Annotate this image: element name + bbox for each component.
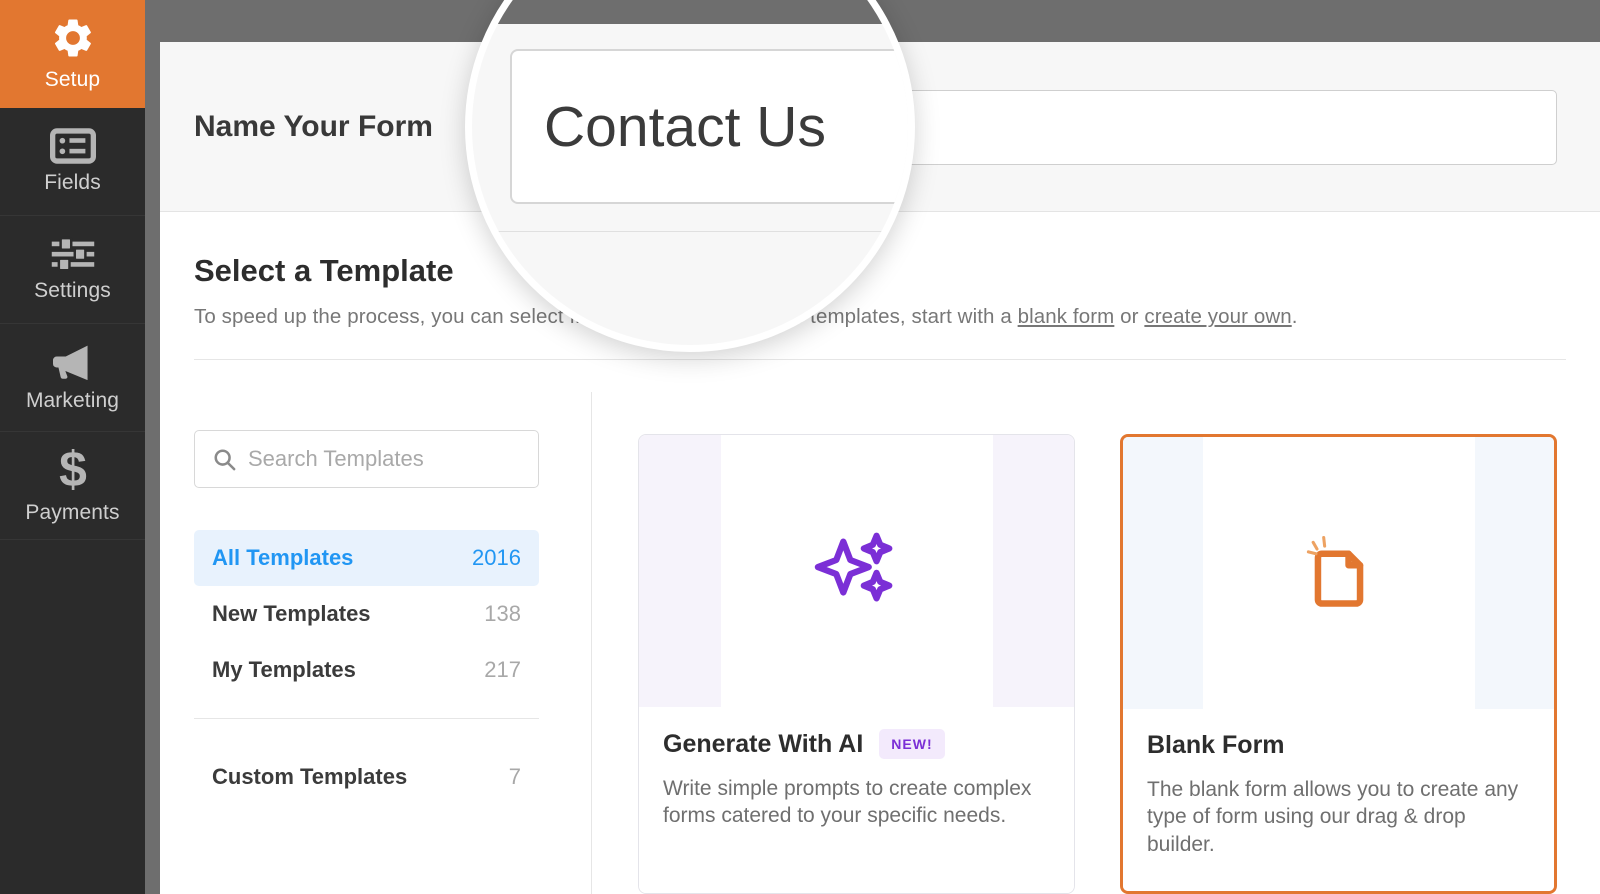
category-label: New Templates [212,601,371,627]
category-count: 7 [509,764,521,790]
template-browser: All Templates 2016 New Templates 138 My … [160,392,1600,894]
card-body: Generate With AI NEW! Write simple promp… [639,707,1074,893]
template-filter-panel: All Templates 2016 New Templates 138 My … [160,392,592,894]
status-badge: NEW! [879,729,944,759]
magnifier-lens: Contact Us [465,0,915,352]
card-title-row: Blank Form [1147,731,1530,760]
search-templates-box[interactable] [194,430,539,488]
template-card-generate-with-ai[interactable]: Generate With AI NEW! Write simple promp… [638,434,1075,894]
sidebar-item-label: Settings [34,279,111,303]
sidebar-item-label: Marketing [26,389,119,413]
card-title: Blank Form [1147,731,1285,760]
template-card-blank-form[interactable]: Blank Form The blank form allows you to … [1120,434,1557,894]
magnified-top-bar [472,0,915,24]
megaphone-icon [49,342,97,382]
card-thumbnail-area [639,435,1074,707]
category-label: All Templates [212,545,353,571]
search-input[interactable] [248,446,548,472]
magnified-form-name-input: Contact Us [510,49,915,204]
blank-form-link[interactable]: blank form [1018,305,1115,328]
svg-text:$: $ [59,446,87,494]
category-new-templates[interactable]: New Templates 138 [194,586,539,642]
app-root: Setup Fields [0,0,1600,894]
card-thumbnail [721,435,993,707]
card-description: Write simple prompts to create complex f… [663,775,1050,830]
magnified-form-name-value: Contact Us [544,94,826,160]
search-icon [213,448,236,471]
sidebar-item-setup[interactable]: Setup [0,0,145,108]
sidebar-gutter [145,0,160,894]
subtitle-text-after: . [1292,305,1298,328]
category-divider [194,718,539,719]
category-label: Custom Templates [212,764,407,790]
gear-icon [50,15,96,61]
magnifier-content: Contact Us [472,0,915,352]
sidebar-item-label: Setup [45,68,100,92]
category-count: 2016 [472,545,521,571]
sidebar-item-settings[interactable]: Settings [0,216,145,324]
sidebar-item-fields[interactable]: Fields [0,108,145,216]
sidebar-item-marketing[interactable]: Marketing [0,324,145,432]
card-body: Blank Form The blank form allows you to … [1123,709,1554,891]
category-all-templates[interactable]: All Templates 2016 [194,530,539,586]
primary-sidebar: Setup Fields [0,0,145,894]
name-your-form-label: Name Your Form [194,110,433,144]
sparkles-icon [814,526,900,617]
create-your-own-link[interactable]: create your own [1144,305,1291,328]
list-panel-icon [50,128,96,164]
dollar-icon: $ [56,446,90,494]
sidebar-item-payments[interactable]: $ Payments [0,432,145,540]
magnified-header-divider [472,231,915,232]
card-thumbnail-area [1123,437,1554,709]
card-thumbnail [1203,437,1475,709]
category-my-templates[interactable]: My Templates 217 [194,642,539,698]
category-count: 138 [484,601,521,627]
category-custom-templates[interactable]: Custom Templates 7 [194,749,539,805]
card-title-row: Generate With AI NEW! [663,729,1050,759]
section-divider [194,359,1566,360]
card-description: The blank form allows you to create any … [1147,776,1530,858]
document-sparkle-icon [1295,527,1383,620]
template-card-grid: Generate With AI NEW! Write simple promp… [592,392,1600,894]
sidebar-item-label: Fields [44,171,101,195]
card-title: Generate With AI [663,730,863,759]
sidebar-item-label: Payments [25,501,119,525]
category-label: My Templates [212,657,356,683]
category-count: 217 [484,657,521,683]
category-list: All Templates 2016 New Templates 138 My … [194,530,539,805]
subtitle-text-or: or [1114,305,1144,328]
sliders-icon [50,236,96,272]
